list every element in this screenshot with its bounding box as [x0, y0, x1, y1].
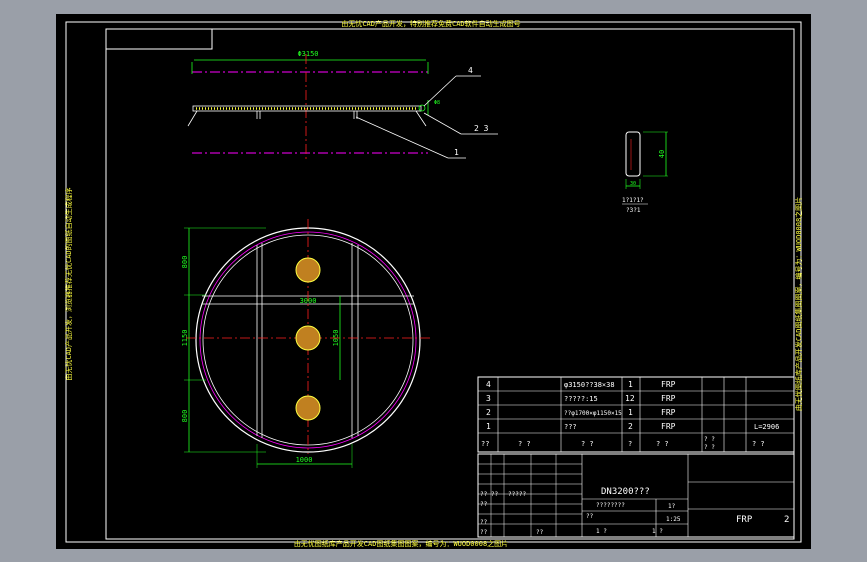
- circle-dim-v2: 1150: [181, 330, 189, 347]
- row-spec: ?????:15: [564, 395, 598, 403]
- circle-dim-v1: 800: [181, 256, 189, 269]
- side-left: 由无忧CAD产品开发，浏览器推荐无忧CAD的图纸自动生成程序: [64, 187, 73, 380]
- scale-cell: 1:25: [666, 516, 681, 523]
- header-cell: ? ?: [704, 444, 715, 451]
- material-cell: FRP: [736, 515, 753, 525]
- header-cell: ? ?: [656, 440, 669, 448]
- row-no: 4: [486, 380, 491, 389]
- row-no: 2: [486, 408, 491, 417]
- circle-bottom-dim: 1000: [296, 456, 313, 464]
- title-bottom: 由无忧图纸库产品开发CAD图纸集图图案，编号为：WUOD0008之图片: [294, 539, 508, 548]
- row-spec: ??φ1700×φ1150×15: [564, 410, 622, 417]
- title-block-label: ??: [480, 501, 488, 508]
- circle-mid-dim: 3000: [300, 297, 317, 305]
- cad-drawing: 由无忧CAD产品开发，特别推荐免费CAD软件自动生成图号 由无忧图纸库产品开发C…: [64, 19, 803, 548]
- title-block-label: ??: [536, 529, 544, 536]
- detail-height-dim: 40: [658, 150, 666, 158]
- row-no: 3: [486, 394, 491, 403]
- header-cell: ? ?: [581, 440, 594, 448]
- title-block-label: 1 ?: [596, 528, 607, 535]
- header-cell: ?: [628, 440, 632, 448]
- drawing-subtitle: ????????: [596, 502, 625, 509]
- plan-view: 800 1150 800 1050 3000 1000: [181, 219, 431, 468]
- row-spec: ???: [564, 423, 577, 431]
- title-block-label: ??: [586, 513, 594, 520]
- inner-frame: [105, 28, 795, 540]
- scale-label: 1?: [668, 503, 676, 510]
- callout-1: 1: [454, 148, 459, 157]
- parts-list: 4 φ3150??38×38 1 FRP 3 ?????:15 12 FRP 2…: [477, 376, 795, 453]
- callout-4: 4: [468, 66, 473, 75]
- row-qty: 1: [628, 408, 633, 417]
- row-qty: 12: [625, 394, 635, 403]
- detail-width-dim: 30: [630, 181, 636, 187]
- title-block: DN3200??? ???????? FRP 2 1:25 1? ?? ?? ?…: [477, 453, 795, 538]
- row-mat: FRP: [661, 394, 676, 403]
- row-spec: φ3150??38×38: [564, 381, 615, 389]
- row-qty: 2: [628, 422, 633, 431]
- side-small-dim: Φ8: [434, 100, 440, 106]
- row-no: 1: [486, 422, 491, 431]
- detail-note2: ?3?1: [626, 207, 641, 214]
- drawing-sheet: 由无忧CAD产品开发，特别推荐免费CAD软件自动生成图号 由无忧图纸库产品开发C…: [56, 14, 811, 549]
- row-mat: FRP: [661, 408, 676, 417]
- detail-note1: 1?1?1?: [622, 197, 644, 204]
- circle-inner-dim: 1050: [332, 330, 340, 347]
- drawing-name: DN3200???: [601, 487, 650, 497]
- title-block-label: ?????: [508, 491, 526, 498]
- callout-23: 2 3: [474, 124, 489, 133]
- title-block-label: ?? ??: [480, 491, 498, 498]
- title-top: 由无忧CAD产品开发，特别推荐免费CAD软件自动生成图号: [341, 19, 520, 28]
- elevation-view: Φ3150 Φ8 4 2 3 1: [187, 50, 498, 159]
- row-mat: FRP: [661, 422, 676, 431]
- plan-width-dim: Φ3150: [297, 50, 318, 58]
- circle-dim-v3: 800: [181, 410, 189, 423]
- title-block-label: 1 ?: [652, 528, 663, 535]
- title-block-label: ??: [480, 529, 488, 536]
- header-cell: ? ?: [704, 436, 715, 443]
- row-mat: FRP: [661, 380, 676, 389]
- weight-note: L=2906: [754, 423, 779, 431]
- header-cell: ? ?: [752, 440, 765, 448]
- title-block-label: ??: [480, 519, 488, 526]
- row-qty: 1: [628, 380, 633, 389]
- detail-view: 40 30 1?1?1? ?3?1: [622, 131, 668, 214]
- side-right: 由无忧图纸库产品开发CAD图纸集图图案，编号为：WUOD0008之图片: [794, 197, 803, 411]
- header-cell: ? ?: [518, 440, 531, 448]
- corner-box: [105, 28, 213, 50]
- header-cell: ??: [481, 440, 489, 448]
- sheet-cell: 2: [784, 515, 789, 525]
